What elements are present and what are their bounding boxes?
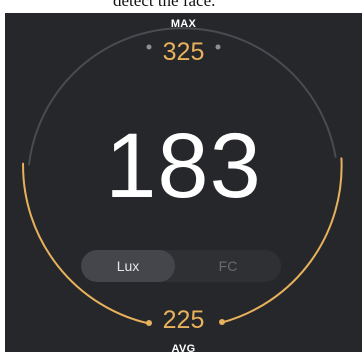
light-meter-panel: MAX 325 183 Lux FC 225 AVG xyxy=(5,13,362,352)
current-reading: 183 xyxy=(105,115,262,217)
caption-text: detect the face. xyxy=(113,0,216,10)
max-label: MAX xyxy=(170,18,197,30)
unit-toggle[interactable]: Lux FC xyxy=(81,250,281,282)
avg-value: 225 xyxy=(162,306,205,334)
top-caption: detect the face. xyxy=(0,0,362,14)
avg-label: AVG xyxy=(171,343,196,352)
unit-option-fc[interactable]: FC xyxy=(175,250,281,282)
unit-option-lux[interactable]: Lux xyxy=(81,250,175,282)
max-value: 325 xyxy=(162,38,205,66)
